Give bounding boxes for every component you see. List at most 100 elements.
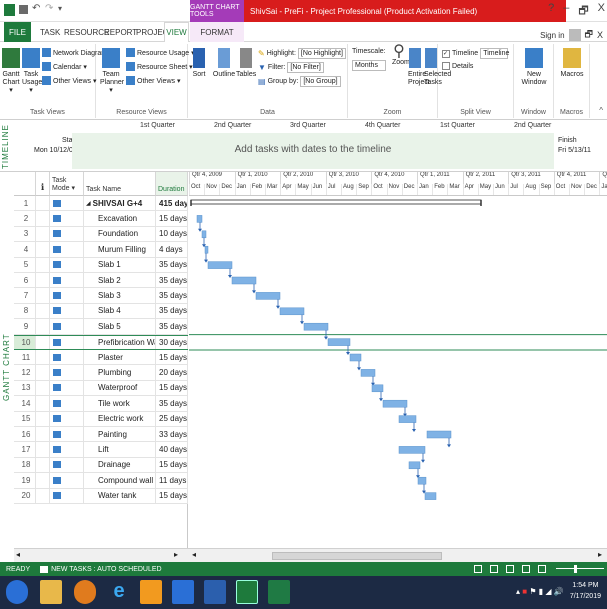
task-mode-cell[interactable] <box>50 365 84 380</box>
zoom-slider-thumb[interactable] <box>574 565 577 573</box>
task-bar[interactable] <box>255 292 281 300</box>
row-number[interactable]: 14 <box>14 396 36 411</box>
resource-sheet-button[interactable]: Resource Sheet ▾ <box>126 62 193 71</box>
row-number[interactable]: 3 <box>14 226 36 242</box>
table-row[interactable]: 5 Slab 1 35 days <box>14 257 188 273</box>
app-icon-blue[interactable] <box>172 580 194 604</box>
restore-button[interactable]: 🗗 <box>578 2 588 21</box>
task-mode-cell[interactable] <box>50 380 84 396</box>
team-planner-button[interactable]: Team Planner ▾ <box>100 48 124 95</box>
task-name-cell[interactable]: Water tank <box>84 488 156 503</box>
timeline-checkbox[interactable]: ✓ <box>442 49 450 58</box>
duration-cell[interactable]: 40 days <box>156 442 188 457</box>
row-number[interactable]: 2 <box>14 211 36 226</box>
row-number[interactable]: 4 <box>14 242 36 257</box>
details-checkbox[interactable] <box>442 62 450 70</box>
task-name-cell[interactable]: Slab 4 <box>84 303 156 319</box>
task-mode-cell[interactable] <box>50 411 84 426</box>
task-name-cell[interactable]: Foundation <box>84 226 156 242</box>
task-name-cell[interactable]: Compound wall <box>84 473 156 488</box>
sign-in[interactable]: Sign in 🗗 X <box>540 27 603 43</box>
resource-usage-button[interactable]: Resource Usage ▾ <box>126 48 195 57</box>
team-planner-shortcut-icon[interactable] <box>506 565 514 573</box>
task-name-cell[interactable]: Murum Filling <box>84 242 156 257</box>
tab-file[interactable]: FILE <box>4 22 31 42</box>
scroll-left-arrow[interactable]: ◂ <box>16 550 20 559</box>
calendar-button[interactable]: Calendar ▾ <box>42 62 87 71</box>
row-number[interactable]: 12 <box>14 365 36 380</box>
row-number[interactable]: 1 <box>14 196 36 211</box>
resource-sheet-shortcut-icon[interactable] <box>522 565 530 573</box>
task-name-cell[interactable]: Slab 1 <box>84 257 156 272</box>
row-number[interactable]: 7 <box>14 288 36 303</box>
row-number[interactable]: 10 <box>14 335 36 349</box>
clock[interactable]: 1:54 PM 7/17/2019 <box>570 580 601 602</box>
tab-view[interactable]: VIEW <box>164 22 189 43</box>
task-bar[interactable] <box>426 430 452 439</box>
system-tray-icons[interactable]: ▴ ■ ⚑ ▮ ◢ 🔊 <box>516 587 564 596</box>
task-mode-cell[interactable] <box>50 473 84 488</box>
task-mode-cell[interactable] <box>50 427 84 442</box>
other-views-button[interactable]: Other Views ▾ <box>42 76 96 85</box>
tab-resource[interactable]: RESOURCE <box>64 22 109 42</box>
task-bar[interactable] <box>279 307 305 316</box>
task-mode-cell[interactable] <box>50 396 84 411</box>
row-number[interactable]: 18 <box>14 457 36 473</box>
resource-other-views-button[interactable]: Other Views ▾ <box>126 76 180 85</box>
table-row[interactable]: 19 Compound wall 11 days <box>14 473 188 489</box>
project-icon[interactable] <box>236 580 258 604</box>
task-mode-cell[interactable] <box>50 350 84 365</box>
task-mode-cell[interactable] <box>50 488 84 503</box>
table-row[interactable]: 9 Slab 5 35 days <box>14 319 188 335</box>
entire-project-button[interactable]: Entire Project <box>408 48 430 87</box>
task-name-cell[interactable]: Plumbing <box>84 365 156 380</box>
start-button-icon[interactable] <box>6 580 28 604</box>
scroll-right-arrow[interactable]: ▸ <box>598 550 602 559</box>
zoom-button[interactable]: ⚲ Zoom <box>392 44 410 67</box>
excel-icon[interactable] <box>268 580 290 604</box>
task-mode-cell[interactable] <box>50 457 84 473</box>
task-name-cell[interactable]: ◢ SHIVSAI G+4 <box>84 196 156 211</box>
task-mode-cell[interactable] <box>50 257 84 272</box>
sort-button[interactable]: Sort <box>192 48 206 79</box>
task-bar[interactable] <box>360 369 376 377</box>
save-icon[interactable] <box>19 5 28 14</box>
task-name-cell[interactable]: Drainage <box>84 457 156 473</box>
task-bar[interactable] <box>349 353 362 362</box>
new-window-button[interactable]: New Window <box>520 48 548 87</box>
table-row[interactable]: 1◢SHIVSAI G+4415 days <box>14 196 188 212</box>
duration-cell[interactable]: 15 days <box>156 350 188 365</box>
duration-cell[interactable]: 35 days <box>156 257 188 272</box>
table-row[interactable]: 3 Foundation 10 days <box>14 226 188 243</box>
duration-cell[interactable]: 35 days <box>156 303 188 319</box>
undo-icon[interactable]: ↶ <box>32 4 41 16</box>
duration-cell[interactable]: 20 days <box>156 365 188 380</box>
task-mode-cell[interactable] <box>50 273 84 288</box>
collapse-icon[interactable]: ◢ <box>86 200 91 207</box>
horizontal-scrollbar[interactable]: ◂ ▸ ◂ ▸ <box>14 548 607 562</box>
task-bar[interactable] <box>371 384 384 393</box>
table-row[interactable]: 6 Slab 2 35 days <box>14 273 188 289</box>
duration-cell[interactable]: 35 days <box>156 273 188 288</box>
task-name-cell[interactable]: Slab 3 <box>84 288 156 303</box>
redo-icon[interactable]: ↷ <box>45 4 54 16</box>
table-row[interactable]: 13 Waterproof 15 days <box>14 380 188 397</box>
task-name-header[interactable]: Task Name <box>84 172 156 196</box>
task-bar[interactable] <box>231 276 257 285</box>
task-name-cell[interactable]: Prefibrication Walls <box>84 335 156 349</box>
row-number[interactable]: 9 <box>14 319 36 334</box>
duration-cell[interactable]: 33 days <box>156 427 188 442</box>
table-row[interactable]: 16 Painting 33 days <box>14 427 188 443</box>
task-mode-cell[interactable] <box>50 319 84 334</box>
task-mode-cell[interactable] <box>50 211 84 226</box>
task-name-cell[interactable]: Painting <box>84 427 156 442</box>
duration-header[interactable]: Duration <box>156 172 188 196</box>
task-bar[interactable] <box>382 399 408 408</box>
scroll-thumb[interactable] <box>272 552 442 560</box>
table-row[interactable]: 18 Drainage 15 days <box>14 457 188 474</box>
duration-cell[interactable]: 11 days <box>156 473 188 488</box>
row-number[interactable]: 15 <box>14 411 36 426</box>
task-bar[interactable] <box>398 446 426 454</box>
task-bar[interactable] <box>207 261 233 269</box>
timescale-select[interactable]: Months <box>352 60 386 71</box>
